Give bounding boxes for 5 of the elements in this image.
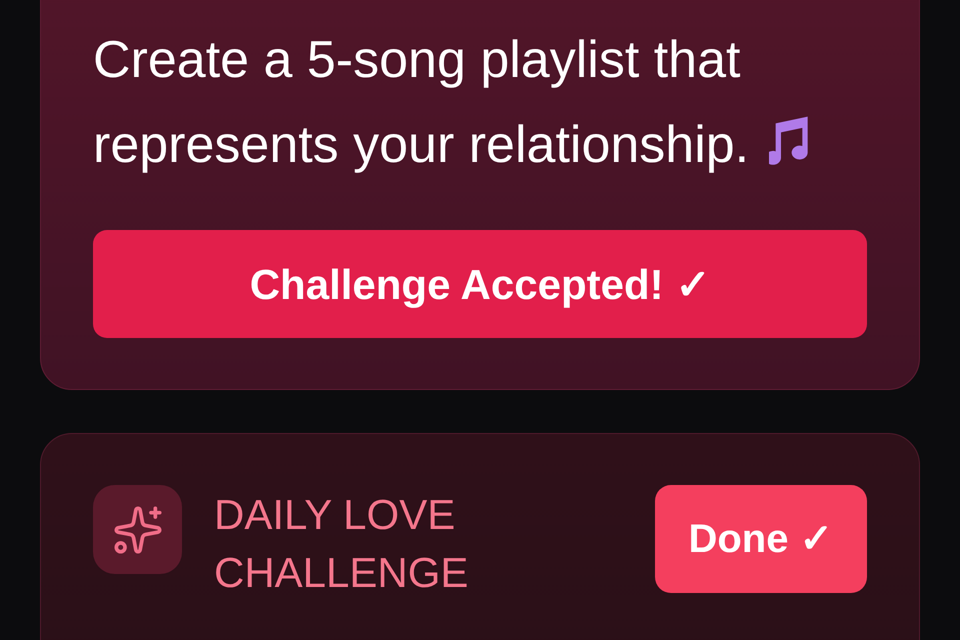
challenge-accepted-button[interactable]: Challenge Accepted! ✓	[93, 230, 867, 338]
challenge-prompt: Create a 5-song playlist that represents your relationship.	[93, 18, 863, 188]
done-button[interactable]: Done ✓	[655, 485, 867, 593]
sparkle-icon	[93, 485, 182, 574]
challenge-title: DAILY LOVE CHALLENGE	[214, 490, 470, 598]
